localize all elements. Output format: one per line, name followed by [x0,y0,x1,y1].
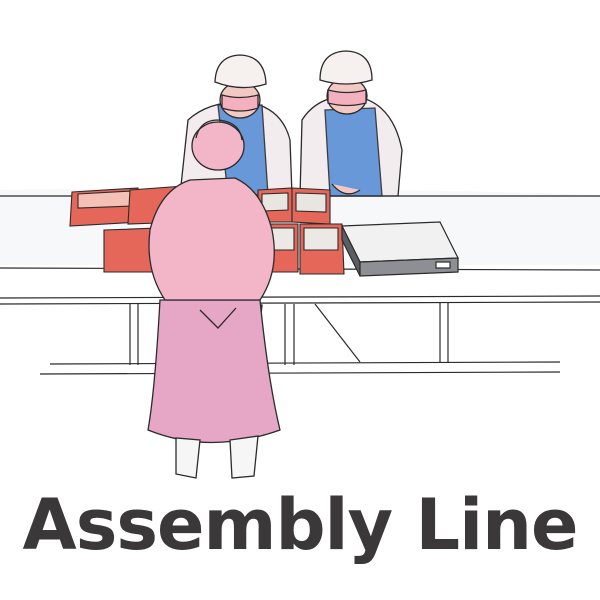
weighing-scale [341,221,459,277]
worker-back-left [179,54,293,196]
worker-back-right [299,50,403,197]
caption-title: Assembly Line [22,484,579,566]
